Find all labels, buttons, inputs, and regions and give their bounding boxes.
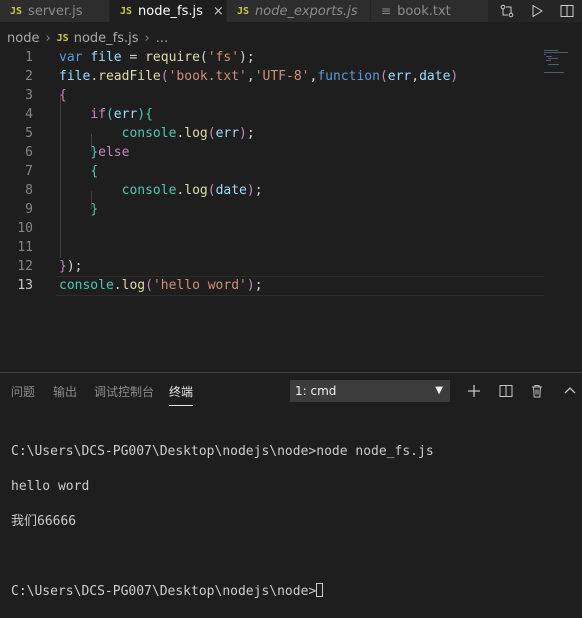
- line-number: 1: [25, 50, 33, 65]
- line-number: 2: [25, 69, 33, 84]
- tab-server-js[interactable]: JS server.js: [0, 0, 110, 22]
- js-file-icon: JS: [10, 5, 23, 17]
- code-line: 10: [0, 219, 582, 238]
- line-number: 4: [25, 107, 33, 122]
- code-text: console.log('hello word');: [59, 278, 263, 293]
- line-number: 3: [25, 88, 33, 103]
- text-file-icon: ≡: [381, 4, 392, 18]
- code-text: });: [59, 259, 83, 274]
- code-line: 1 var file = require('fs');: [0, 48, 582, 67]
- trash-icon[interactable]: [527, 381, 547, 401]
- tab-debug-console[interactable]: 调试控制台: [94, 383, 154, 400]
- close-icon[interactable]: ×: [213, 4, 224, 19]
- tab-label: node_exports.js: [255, 3, 358, 19]
- run-icon[interactable]: [522, 0, 552, 22]
- code-line-current: 13 console.log('hello word');: [0, 276, 582, 295]
- terminal-select-value: 1: cmd: [295, 384, 337, 398]
- line-number: 9: [25, 202, 33, 217]
- minimap[interactable]: [544, 48, 572, 78]
- code-text: if(err){: [90, 107, 153, 122]
- tab-book-txt[interactable]: ≡ book.txt: [371, 0, 489, 22]
- tab-node-fs-js[interactable]: JS node_fs.js ×: [110, 0, 227, 22]
- code-text: }: [90, 202, 99, 217]
- terminal-line: 我们66666: [11, 513, 77, 529]
- line-number: 8: [25, 183, 33, 198]
- code-editor[interactable]: 1 var file = require('fs'); 2 file.readF…: [0, 48, 582, 368]
- editor-actions: [492, 0, 582, 22]
- line-number: 12: [17, 259, 33, 274]
- tab-label: server.js: [28, 3, 83, 19]
- terminal-line: hello word: [11, 478, 90, 494]
- chevron-up-icon[interactable]: [560, 381, 580, 401]
- tab-output[interactable]: 输出: [53, 383, 77, 400]
- terminal-prompt: C:\Users\DCS-PG007\Desktop\nodejs\node>: [11, 583, 317, 599]
- js-file-icon: JS: [120, 5, 133, 17]
- code-line: 5 console.log(err);: [0, 124, 582, 143]
- terminal-cursor: [316, 582, 324, 597]
- chevron-down-icon: ▼: [435, 385, 443, 396]
- line-number: 13: [17, 278, 33, 293]
- panel-header: 问题 输出 调试控制台 终端 1: cmd ▼: [0, 373, 582, 409]
- open-changes-icon[interactable]: [492, 0, 522, 22]
- chevron-right-icon: ›: [144, 30, 150, 46]
- tab-label: book.txt: [397, 3, 451, 19]
- line-number: 7: [25, 164, 33, 179]
- code-line: 6 }else: [0, 143, 582, 162]
- split-terminal-icon[interactable]: [496, 381, 516, 401]
- add-terminal-icon[interactable]: [464, 381, 484, 401]
- terminal-select[interactable]: 1: cmd ▼: [290, 380, 450, 402]
- breadcrumb-folder[interactable]: node: [7, 31, 39, 46]
- tab-label: node_fs.js: [138, 3, 203, 19]
- terminal-prompt-line: C:\Users\DCS-PG007\Desktop\nodejs\node>: [11, 582, 434, 601]
- code-line: 11: [0, 238, 582, 257]
- tab-problems[interactable]: 问题: [11, 383, 35, 400]
- terminal-line: C:\Users\DCS-PG007\Desktop\nodejs\node>n…: [11, 443, 434, 459]
- code-line: 12 });: [0, 257, 582, 276]
- code-line: 9 }: [0, 200, 582, 219]
- code-text: console.log(date);: [121, 183, 263, 198]
- line-number: 5: [25, 126, 33, 141]
- line-number: 6: [25, 145, 33, 160]
- code-text: {: [90, 164, 99, 179]
- breadcrumb-file[interactable]: node_fs.js: [74, 31, 139, 46]
- code-text: var file = require('fs');: [59, 50, 255, 65]
- code-line: 4 if(err){: [0, 105, 582, 124]
- chevron-right-icon: ›: [45, 30, 51, 46]
- code-text: console.log(err);: [121, 126, 255, 141]
- js-file-icon: JS: [56, 32, 69, 44]
- tab-terminal[interactable]: 终端: [169, 383, 194, 406]
- code-text: }else: [90, 145, 130, 160]
- js-file-icon: JS: [237, 5, 250, 17]
- line-number: 11: [17, 240, 33, 255]
- code-line: 8 console.log(date);: [0, 181, 582, 200]
- breadcrumb-more[interactable]: ...: [156, 31, 168, 46]
- split-editor-icon[interactable]: [552, 0, 582, 22]
- breadcrumb: node › JS node_fs.js › ...: [0, 28, 168, 48]
- code-text: {: [59, 88, 67, 103]
- line-number: 10: [17, 221, 33, 236]
- code-line: 3 {: [0, 86, 582, 105]
- code-line: 2 file.readFile('book.txt','UTF-8',funct…: [0, 67, 582, 86]
- tab-node-exports-js[interactable]: JS node_exports.js: [227, 0, 371, 22]
- terminal-output[interactable]: C:\Users\DCS-PG007\Desktop\nodejs\node>n…: [11, 425, 434, 618]
- code-text: file.readFile('book.txt','UTF-8',functio…: [59, 69, 459, 84]
- code-line: 7 {: [0, 162, 582, 181]
